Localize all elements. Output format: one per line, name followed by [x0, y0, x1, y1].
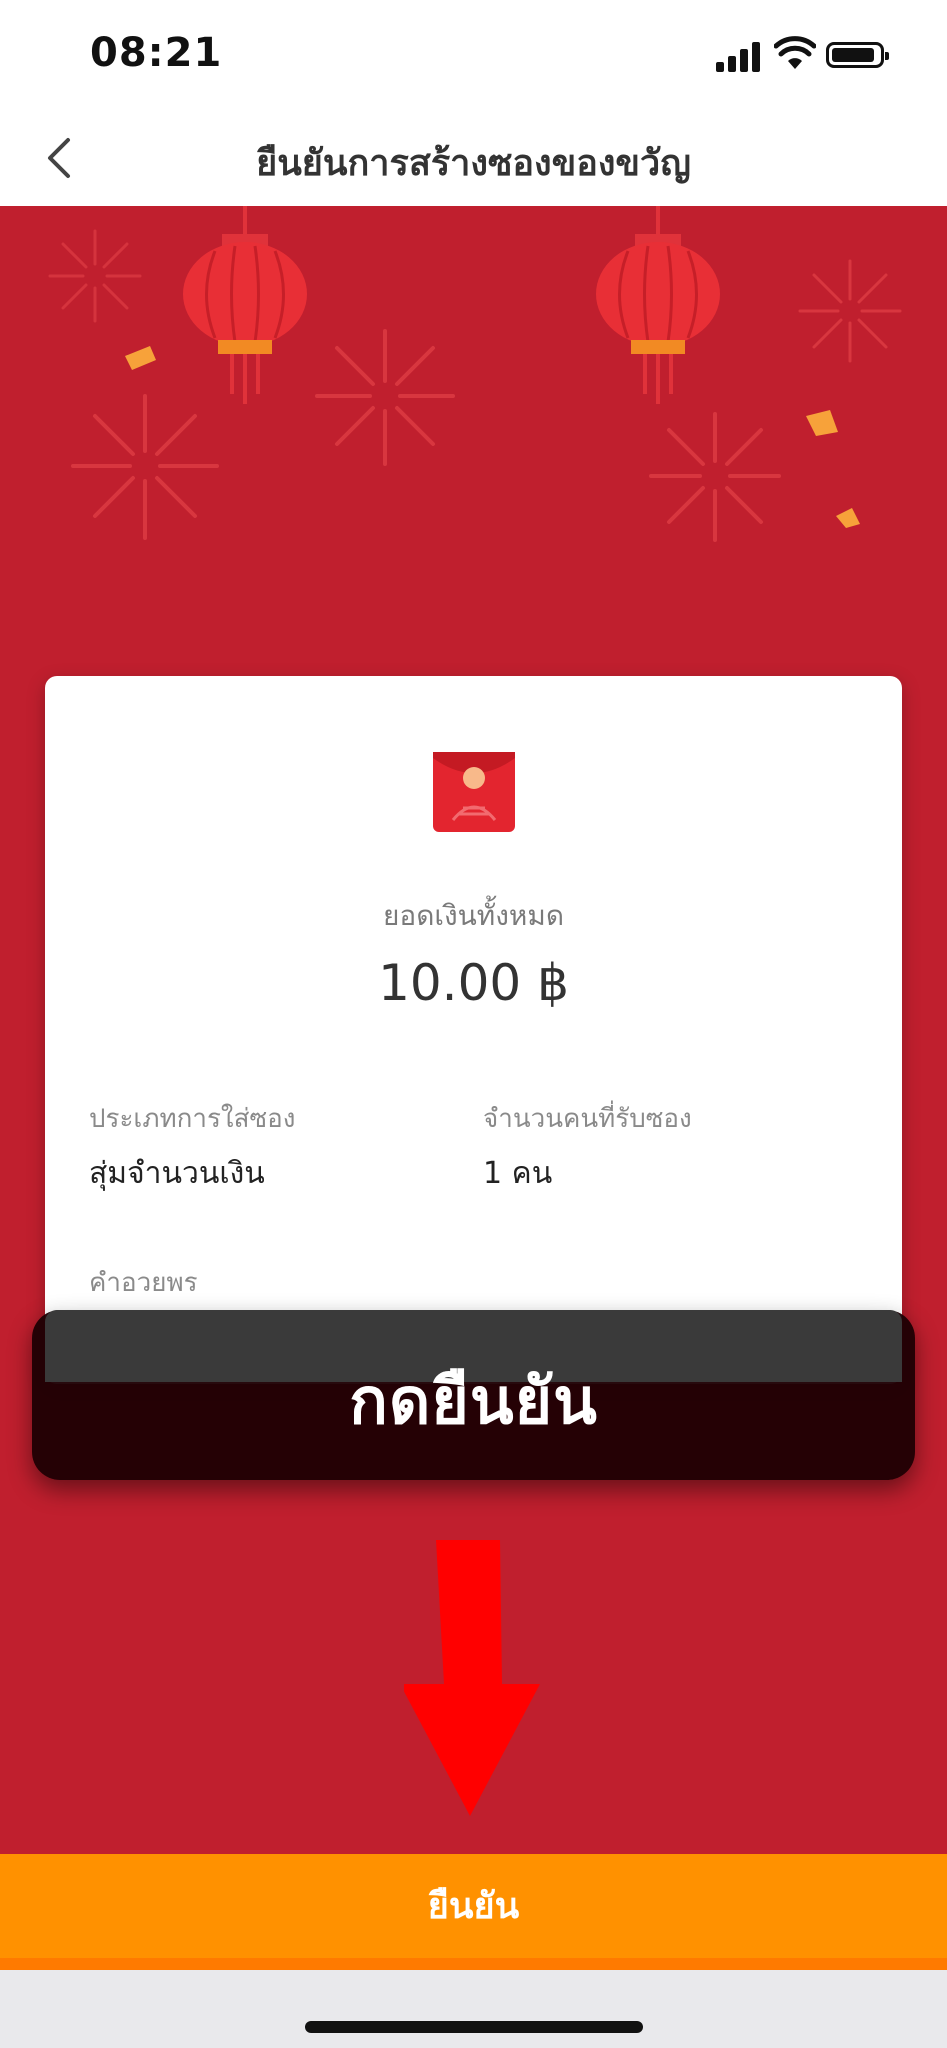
lantern-icon [183, 206, 307, 404]
battery-icon [826, 42, 889, 68]
down-arrow-icon [404, 1540, 540, 1816]
firework-icon [649, 412, 781, 542]
page-title: ยืนยันการสร้างซองของขวัญ [256, 143, 691, 184]
gift-envelope-summary-card: ยอดเงินทั้งหมด 10.00 ฿ ประเภทการใส่ซอง ส… [45, 676, 902, 1384]
firework-icon [48, 229, 142, 323]
envelope-type-label: ประเภทการใส่ซอง [89, 1104, 296, 1134]
lantern-icon [596, 206, 720, 404]
cellular-signal-icon [716, 40, 762, 72]
home-indicator-area [0, 1970, 947, 2048]
total-amount-value: 10.00 ฿ [378, 954, 569, 1012]
instruction-text: กดยืนยัน [349, 1365, 598, 1439]
firework-icon [798, 259, 902, 363]
recipient-count-label: จำนวนคนที่รับซอง [483, 1104, 692, 1134]
festive-decoration [48, 206, 902, 542]
button-bottom-edge [0, 1958, 947, 1970]
red-envelope-icon [433, 752, 515, 832]
home-indicator[interactable] [305, 2021, 643, 2033]
greeting-label: คำอวยพร [89, 1268, 198, 1298]
firework-icon [315, 329, 455, 466]
confirm-button[interactable]: ยืนยัน [0, 1854, 947, 1958]
wifi-icon [774, 36, 816, 69]
firework-icon [71, 394, 219, 540]
recipient-count-value: 1 คน [483, 1156, 553, 1191]
total-amount-label: ยอดเงินทั้งหมด [382, 899, 564, 932]
navigation-bar: ยืนยันการสร้างซองของขวัญ [0, 110, 947, 206]
envelope-type-value: สุ่มจำนวนเงิน [89, 1156, 265, 1191]
confirm-button-label: ยืนยัน [427, 1885, 520, 1926]
confetti-icon [125, 346, 860, 528]
status-bar: 08:21 [0, 0, 947, 110]
status-time: 08:21 [90, 30, 223, 76]
